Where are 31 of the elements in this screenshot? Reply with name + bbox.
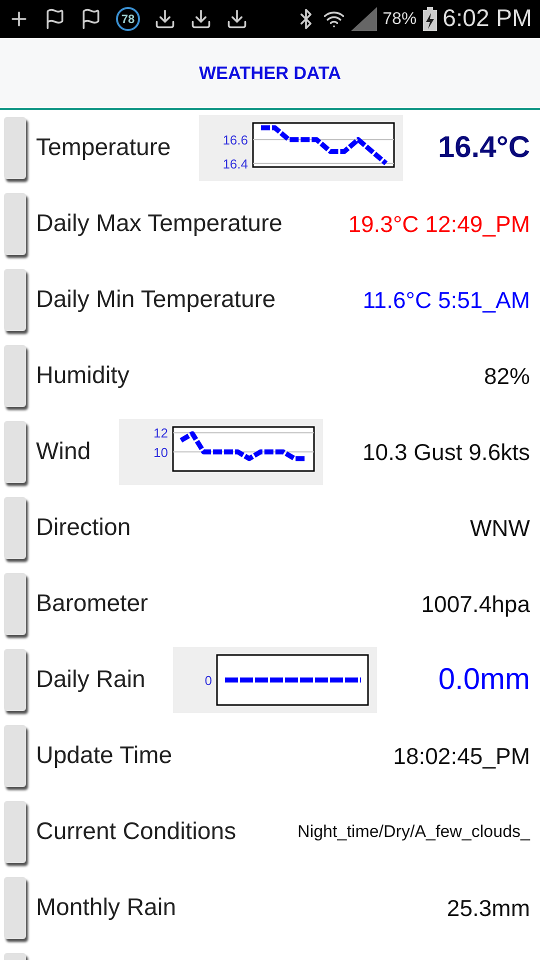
field-value: 10.3 Gust 9.6kts bbox=[362, 438, 530, 466]
tick-label: 0 bbox=[205, 673, 212, 688]
field-value: 82% bbox=[484, 362, 530, 390]
field-value: 16.4°C bbox=[438, 131, 530, 165]
field-value: 18:02:45_PM bbox=[393, 742, 530, 770]
field-label: Direction bbox=[36, 514, 131, 542]
field-label: Humidity bbox=[36, 362, 130, 390]
field-label: Temperature bbox=[36, 134, 171, 162]
battery-percent: 78% bbox=[382, 9, 417, 29]
field-value: 0.0mm bbox=[438, 663, 530, 697]
field-label: Wind bbox=[36, 438, 91, 466]
tick-label: 12 bbox=[153, 426, 168, 441]
field-label: Daily Max Temperature bbox=[36, 210, 282, 238]
tick-label: 10 bbox=[153, 444, 168, 460]
field-value: 11.6°C 5:51_AM bbox=[362, 286, 530, 314]
field-value: 19.3°C 12:49_PM bbox=[348, 210, 530, 238]
field-value: 1007.4hpa bbox=[421, 590, 530, 618]
field-label: Barometer bbox=[36, 590, 148, 618]
field-value: Night_time/Dry/A_few_clouds_ bbox=[298, 822, 530, 842]
field-value: 25.3mm bbox=[446, 894, 530, 922]
tick-label: 16.4 bbox=[222, 156, 248, 172]
field-label: Daily Min Temperature bbox=[36, 286, 276, 314]
page-title: WEATHER DATA bbox=[199, 62, 341, 84]
field-label: Current Conditions bbox=[36, 818, 236, 846]
clock: 6:02 PM bbox=[442, 5, 532, 33]
field-label: Monthly Rain bbox=[36, 894, 176, 922]
notification-badge: 78 bbox=[116, 7, 140, 31]
field-label: Update Time bbox=[36, 742, 172, 770]
tick-label: 16.6 bbox=[222, 132, 248, 148]
field-label: Daily Rain bbox=[36, 666, 146, 694]
field-value: WNW bbox=[470, 514, 530, 542]
